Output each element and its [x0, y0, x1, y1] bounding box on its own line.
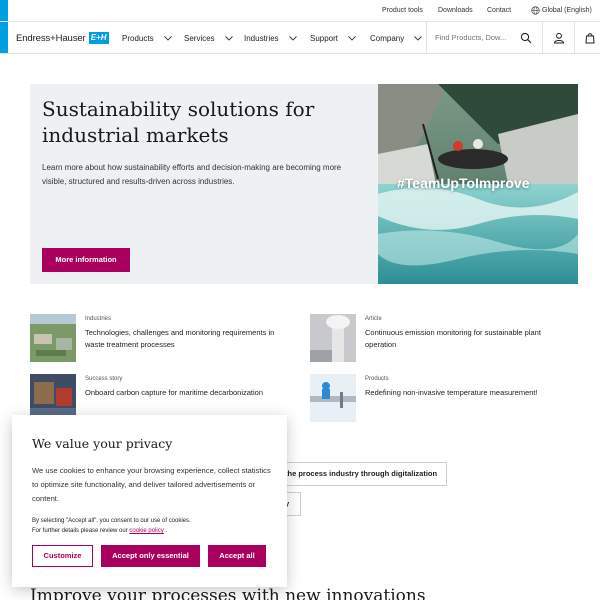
accept-all-button[interactable]: Accept all: [208, 545, 266, 567]
nav-industries[interactable]: Industries: [244, 34, 297, 43]
cookie-title: We value your privacy: [32, 436, 173, 451]
accept-essential-button[interactable]: Accept only essential: [101, 545, 200, 567]
brand-name: Endress+Hauser: [16, 32, 86, 44]
chevron-down-icon: [414, 36, 423, 41]
region-selector[interactable]: Global (English): [542, 7, 592, 14]
product-tools-link[interactable]: Product tools: [382, 7, 423, 14]
consent-line: For further details please review our co…: [32, 526, 277, 536]
nav-products[interactable]: Products: [122, 34, 172, 43]
more-information-button[interactable]: More information: [42, 248, 130, 272]
cookie-consent-text: By selecting "Accept all", you consent t…: [32, 516, 277, 536]
card-thumbnail: [310, 374, 356, 422]
brand-mark: E+H: [88, 32, 109, 44]
card-category: Products: [365, 376, 389, 382]
nav-products-label: Products: [122, 34, 154, 43]
utility-bar: Product tools Downloads Contact Global (…: [0, 0, 600, 22]
card-title[interactable]: Redefining non-invasive temperature meas…: [365, 387, 565, 399]
hero-image: #TeamUpToImprove: [378, 84, 578, 284]
nav-services[interactable]: Services: [184, 34, 233, 43]
card-thumbnail: [310, 314, 356, 362]
customize-button[interactable]: Customize: [32, 545, 93, 567]
card-category: Success story: [85, 376, 123, 382]
downloads-link[interactable]: Downloads: [438, 7, 473, 14]
digitalization-link-label: the process industry through digitalizat…: [285, 469, 438, 478]
teaser-card[interactable]: Products Redefining non-invasive tempera…: [310, 374, 560, 424]
search-input[interactable]: [435, 33, 515, 42]
nav-company[interactable]: Company: [370, 34, 423, 43]
hero-banner: Sustainability solutions for industrial …: [30, 84, 578, 284]
cookie-policy-link[interactable]: cookie policy: [129, 528, 163, 534]
nav-divider: [574, 22, 575, 54]
teaser-card[interactable]: Industries Technologies, challenges and …: [30, 314, 280, 364]
hero-hashtag: #TeamUpToImprove: [397, 175, 530, 191]
user-icon[interactable]: [553, 32, 565, 44]
chevron-down-icon: [288, 36, 297, 41]
nav-support-label: Support: [310, 34, 339, 43]
nav-divider: [426, 22, 427, 54]
cart-icon[interactable]: [584, 32, 596, 44]
search-icon[interactable]: [520, 32, 532, 44]
hero-title: Sustainability solutions for industrial …: [42, 97, 315, 147]
main-navigation: Endress+Hauser E+H Products Services Ind…: [0, 22, 600, 54]
nav-company-label: Company: [370, 34, 405, 43]
card-title[interactable]: Onboard carbon capture for maritime deca…: [85, 387, 285, 399]
nav-services-label: Services: [184, 34, 215, 43]
card-thumbnail: [30, 314, 76, 362]
chevron-down-icon: [163, 36, 172, 41]
contact-link[interactable]: Contact: [487, 7, 511, 14]
consent-suffix: .: [163, 528, 168, 534]
hero-description: Learn more about how sustainability effo…: [42, 163, 342, 186]
chevron-down-icon: [348, 36, 356, 41]
card-category: Industries: [85, 316, 112, 322]
nav-support[interactable]: Support: [310, 34, 356, 43]
chevron-down-icon: [224, 36, 233, 41]
card-title[interactable]: Technologies, challenges and monitoring …: [85, 327, 285, 351]
cookie-description: We use cookies to enhance your browsing …: [32, 466, 271, 503]
card-title[interactable]: Continuous emission monitoring for susta…: [365, 327, 565, 351]
card-category: Article: [365, 316, 382, 322]
consent-line: By selecting "Accept all", you consent t…: [32, 518, 191, 524]
cookie-consent-dialog: We value your privacy We use cookies to …: [12, 415, 287, 587]
globe-icon: [531, 6, 540, 15]
nav-divider: [542, 22, 543, 54]
brand-logo[interactable]: Endress+Hauser E+H: [16, 32, 109, 44]
nav-industries-label: Industries: [244, 34, 279, 43]
teaser-card[interactable]: Article Continuous emission monitoring f…: [310, 314, 560, 364]
section-heading: Improve your processes with new innovati…: [30, 586, 426, 600]
consent-prefix: For further details please review our: [32, 528, 130, 534]
